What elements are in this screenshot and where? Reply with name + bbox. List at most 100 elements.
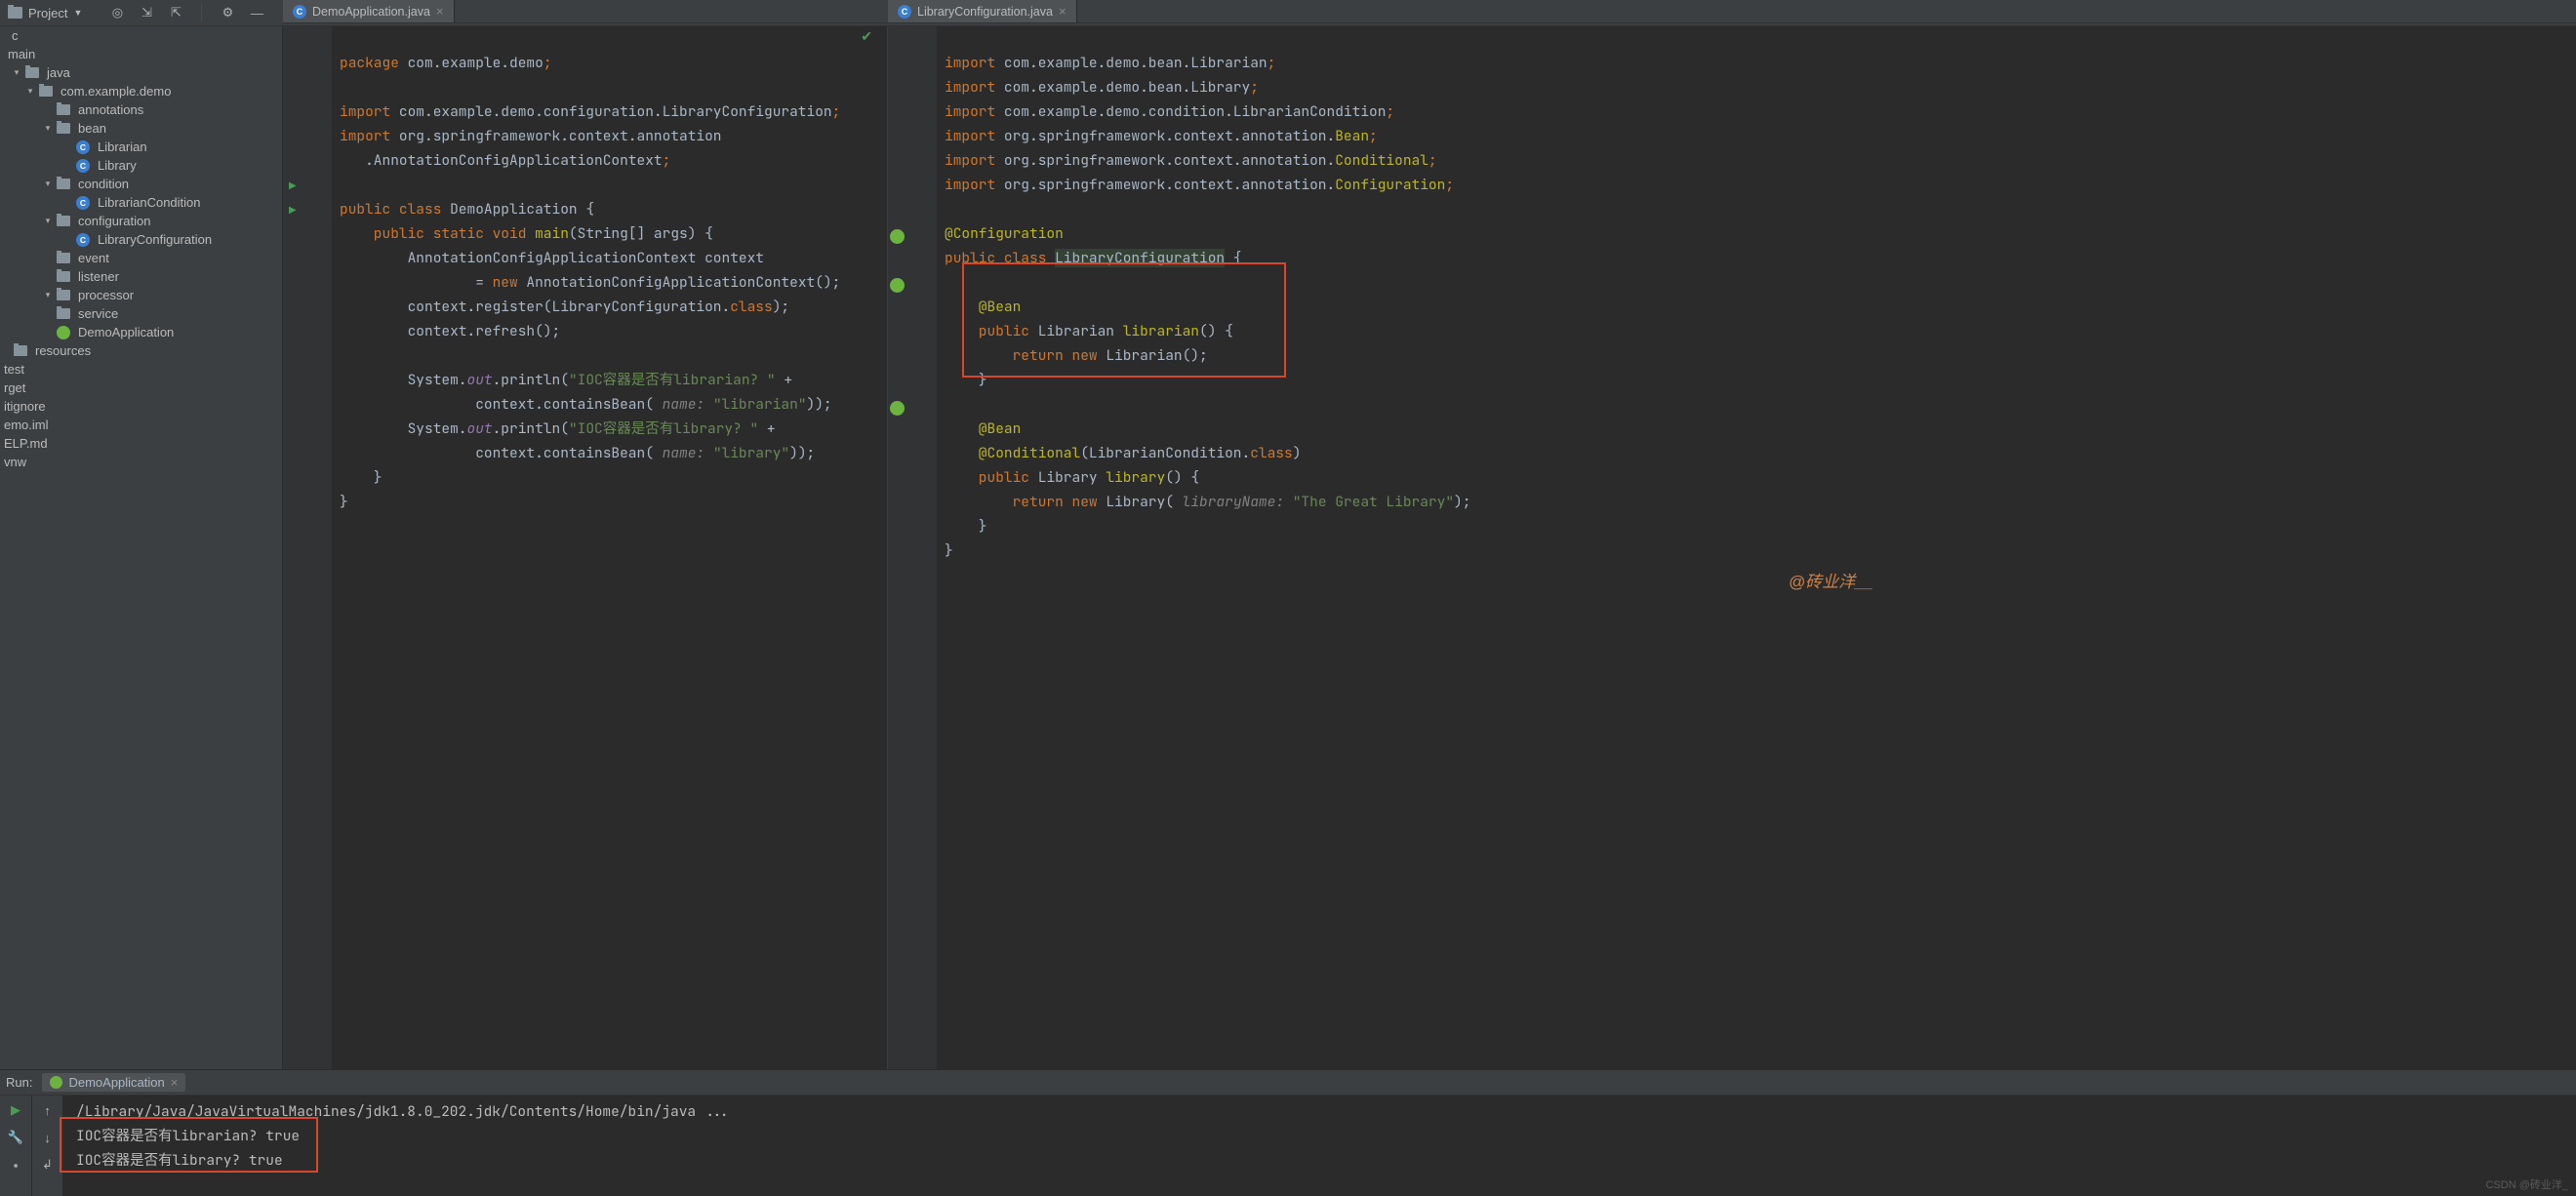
tab-label: LibraryConfiguration.java — [917, 5, 1053, 19]
code-content[interactable]: package com.example.demo; import com.exa… — [332, 26, 887, 1069]
tree-item-library[interactable]: CLibrary — [0, 156, 282, 175]
tree-item[interactable]: CLibraryConfiguration — [0, 230, 282, 249]
gutter-fold — [312, 26, 332, 1069]
tree-item[interactable]: itignore — [0, 397, 282, 416]
package-icon — [57, 271, 70, 282]
run-line-icon[interactable]: ▶ — [289, 205, 297, 216]
bean-gutter-icon[interactable] — [890, 229, 905, 244]
tree-item[interactable]: test — [0, 360, 282, 379]
tab-demo-application[interactable]: C DemoApplication.java × — [283, 0, 455, 22]
output-line: IOC容器是否有library? true — [76, 1148, 2562, 1173]
tree-item[interactable]: ▾com.example.demo — [0, 82, 282, 100]
tree-item[interactable]: ELP.md — [0, 434, 282, 453]
tree-item[interactable]: ▾processor — [0, 286, 282, 304]
run-toolbar-inner: ↑ ↓ ↲ — [31, 1096, 62, 1196]
footer-watermark: CSDN @砖业洋_ — [2485, 1176, 2568, 1192]
run-output[interactable]: /Library/Java/JavaVirtualMachines/jdk1.8… — [62, 1096, 2576, 1196]
class-icon: C — [76, 159, 90, 173]
run-icon[interactable]: ▶ — [7, 1101, 24, 1119]
package-icon — [57, 290, 70, 300]
editor-library-configuration[interactable]: import com.example.demo.bean.Librarian; … — [888, 26, 2576, 1069]
tree-item-librarian[interactable]: CLibrarian — [0, 138, 282, 156]
tree-item[interactable]: c — [0, 26, 282, 45]
run-header: Run: DemoApplication × — [0, 1070, 2576, 1096]
spring-icon — [57, 326, 70, 339]
java-class-icon: C — [293, 5, 306, 19]
run-line-icon[interactable]: ▶ — [289, 180, 297, 191]
tree-item[interactable]: main — [0, 45, 282, 63]
tab-label: DemoApplication.java — [312, 5, 430, 19]
locate-icon[interactable]: ◎ — [109, 5, 125, 20]
run-config-label: DemoApplication — [68, 1075, 164, 1090]
app-root: Project ▼ ◎ ⇲ ⇱ ⚙ — C DemoApplication.ja… — [0, 0, 2576, 1196]
chevron-down-icon[interactable]: ▾ — [43, 179, 53, 189]
tree-item[interactable]: ▾configuration — [0, 212, 282, 230]
separator — [201, 4, 202, 21]
chevron-down-icon[interactable]: ▾ — [43, 291, 53, 300]
output-line: /Library/Java/JavaVirtualMachines/jdk1.8… — [76, 1099, 2562, 1124]
package-icon — [57, 216, 70, 226]
project-sidebar[interactable]: c main ▾java ▾com.example.demo annotatio… — [0, 26, 283, 1069]
class-icon: C — [76, 233, 90, 247]
editor-demo-application[interactable]: ▶ ▶ package com.example.demo; import com… — [283, 26, 888, 1069]
run-panel: Run: DemoApplication × ▶ 🔧 ▪ ↑ ↓ ↲ /Libr… — [0, 1069, 2576, 1196]
down-icon[interactable]: ↓ — [39, 1129, 57, 1146]
wrench-icon[interactable]: 🔧 — [7, 1129, 24, 1146]
run-toolbar-left: ▶ 🔧 ▪ — [0, 1096, 31, 1196]
package-icon — [57, 308, 70, 319]
soft-wrap-icon[interactable]: ↲ — [39, 1156, 57, 1174]
chevron-down-icon[interactable]: ▾ — [12, 68, 21, 78]
toolbar-icons: ◎ ⇲ ⇱ ⚙ — — [90, 4, 264, 21]
class-icon: C — [76, 196, 90, 210]
close-icon[interactable]: × — [1059, 4, 1067, 19]
tree-item[interactable]: ▾java — [0, 63, 282, 82]
code-content[interactable]: import com.example.demo.bean.Librarian; … — [937, 26, 2576, 1069]
gutter: ▶ ▶ — [283, 26, 312, 1069]
collapse-all-icon[interactable]: ⇱ — [168, 5, 183, 20]
inspection-ok-icon[interactable]: ✔ — [861, 28, 872, 45]
gear-icon[interactable]: ⚙ — [220, 5, 235, 20]
package-icon — [57, 104, 70, 115]
folder-icon — [25, 67, 39, 78]
tree-item[interactable]: ▾condition — [0, 175, 282, 193]
package-icon — [57, 253, 70, 263]
stop-icon[interactable]: ▪ — [7, 1156, 24, 1174]
chevron-down-icon[interactable]: ▾ — [25, 87, 35, 97]
editors: ▶ ▶ package com.example.demo; import com… — [283, 26, 2576, 1069]
tree-item[interactable]: CLibrarianCondition — [0, 193, 282, 212]
package-icon — [57, 123, 70, 134]
gutter — [888, 26, 917, 1069]
tab-library-configuration[interactable]: C LibraryConfiguration.java × — [888, 0, 1077, 22]
chevron-down-icon[interactable]: ▾ — [43, 124, 53, 134]
output-line: IOC容器是否有librarian? true — [76, 1124, 2562, 1148]
chevron-down-icon[interactable]: ▾ — [43, 217, 53, 226]
package-icon — [57, 179, 70, 189]
folder-icon — [14, 345, 27, 356]
tree-item[interactable]: annotations — [0, 100, 282, 119]
close-icon[interactable]: × — [436, 4, 444, 19]
tree-item[interactable]: emo.iml — [0, 416, 282, 434]
java-class-icon: C — [898, 5, 911, 19]
run-config[interactable]: DemoApplication × — [42, 1073, 185, 1092]
folder-icon — [8, 7, 22, 19]
tree-item-demo-application[interactable]: DemoApplication — [0, 323, 282, 341]
gutter-fold — [917, 26, 937, 1069]
hide-icon[interactable]: — — [249, 5, 264, 20]
tree-item[interactable]: vnw — [0, 453, 282, 471]
tree-item[interactable]: service — [0, 304, 282, 323]
tree-item[interactable]: resources — [0, 341, 282, 360]
close-icon[interactable]: × — [171, 1075, 179, 1090]
tree-item[interactable]: ▾bean — [0, 119, 282, 138]
main-area: c main ▾java ▾com.example.demo annotatio… — [0, 26, 2576, 1069]
run-label: Run: — [6, 1075, 32, 1090]
tree-item[interactable]: rget — [0, 379, 282, 397]
project-selector[interactable]: Project ▼ — [0, 6, 90, 20]
bean-gutter-icon[interactable] — [890, 278, 905, 293]
project-label: Project — [28, 6, 67, 20]
chevron-down-icon: ▼ — [73, 8, 82, 18]
tree-item[interactable]: event — [0, 249, 282, 267]
bean-gutter-icon[interactable] — [890, 401, 905, 416]
tree-item[interactable]: listener — [0, 267, 282, 286]
up-icon[interactable]: ↑ — [39, 1101, 57, 1119]
expand-all-icon[interactable]: ⇲ — [139, 5, 154, 20]
